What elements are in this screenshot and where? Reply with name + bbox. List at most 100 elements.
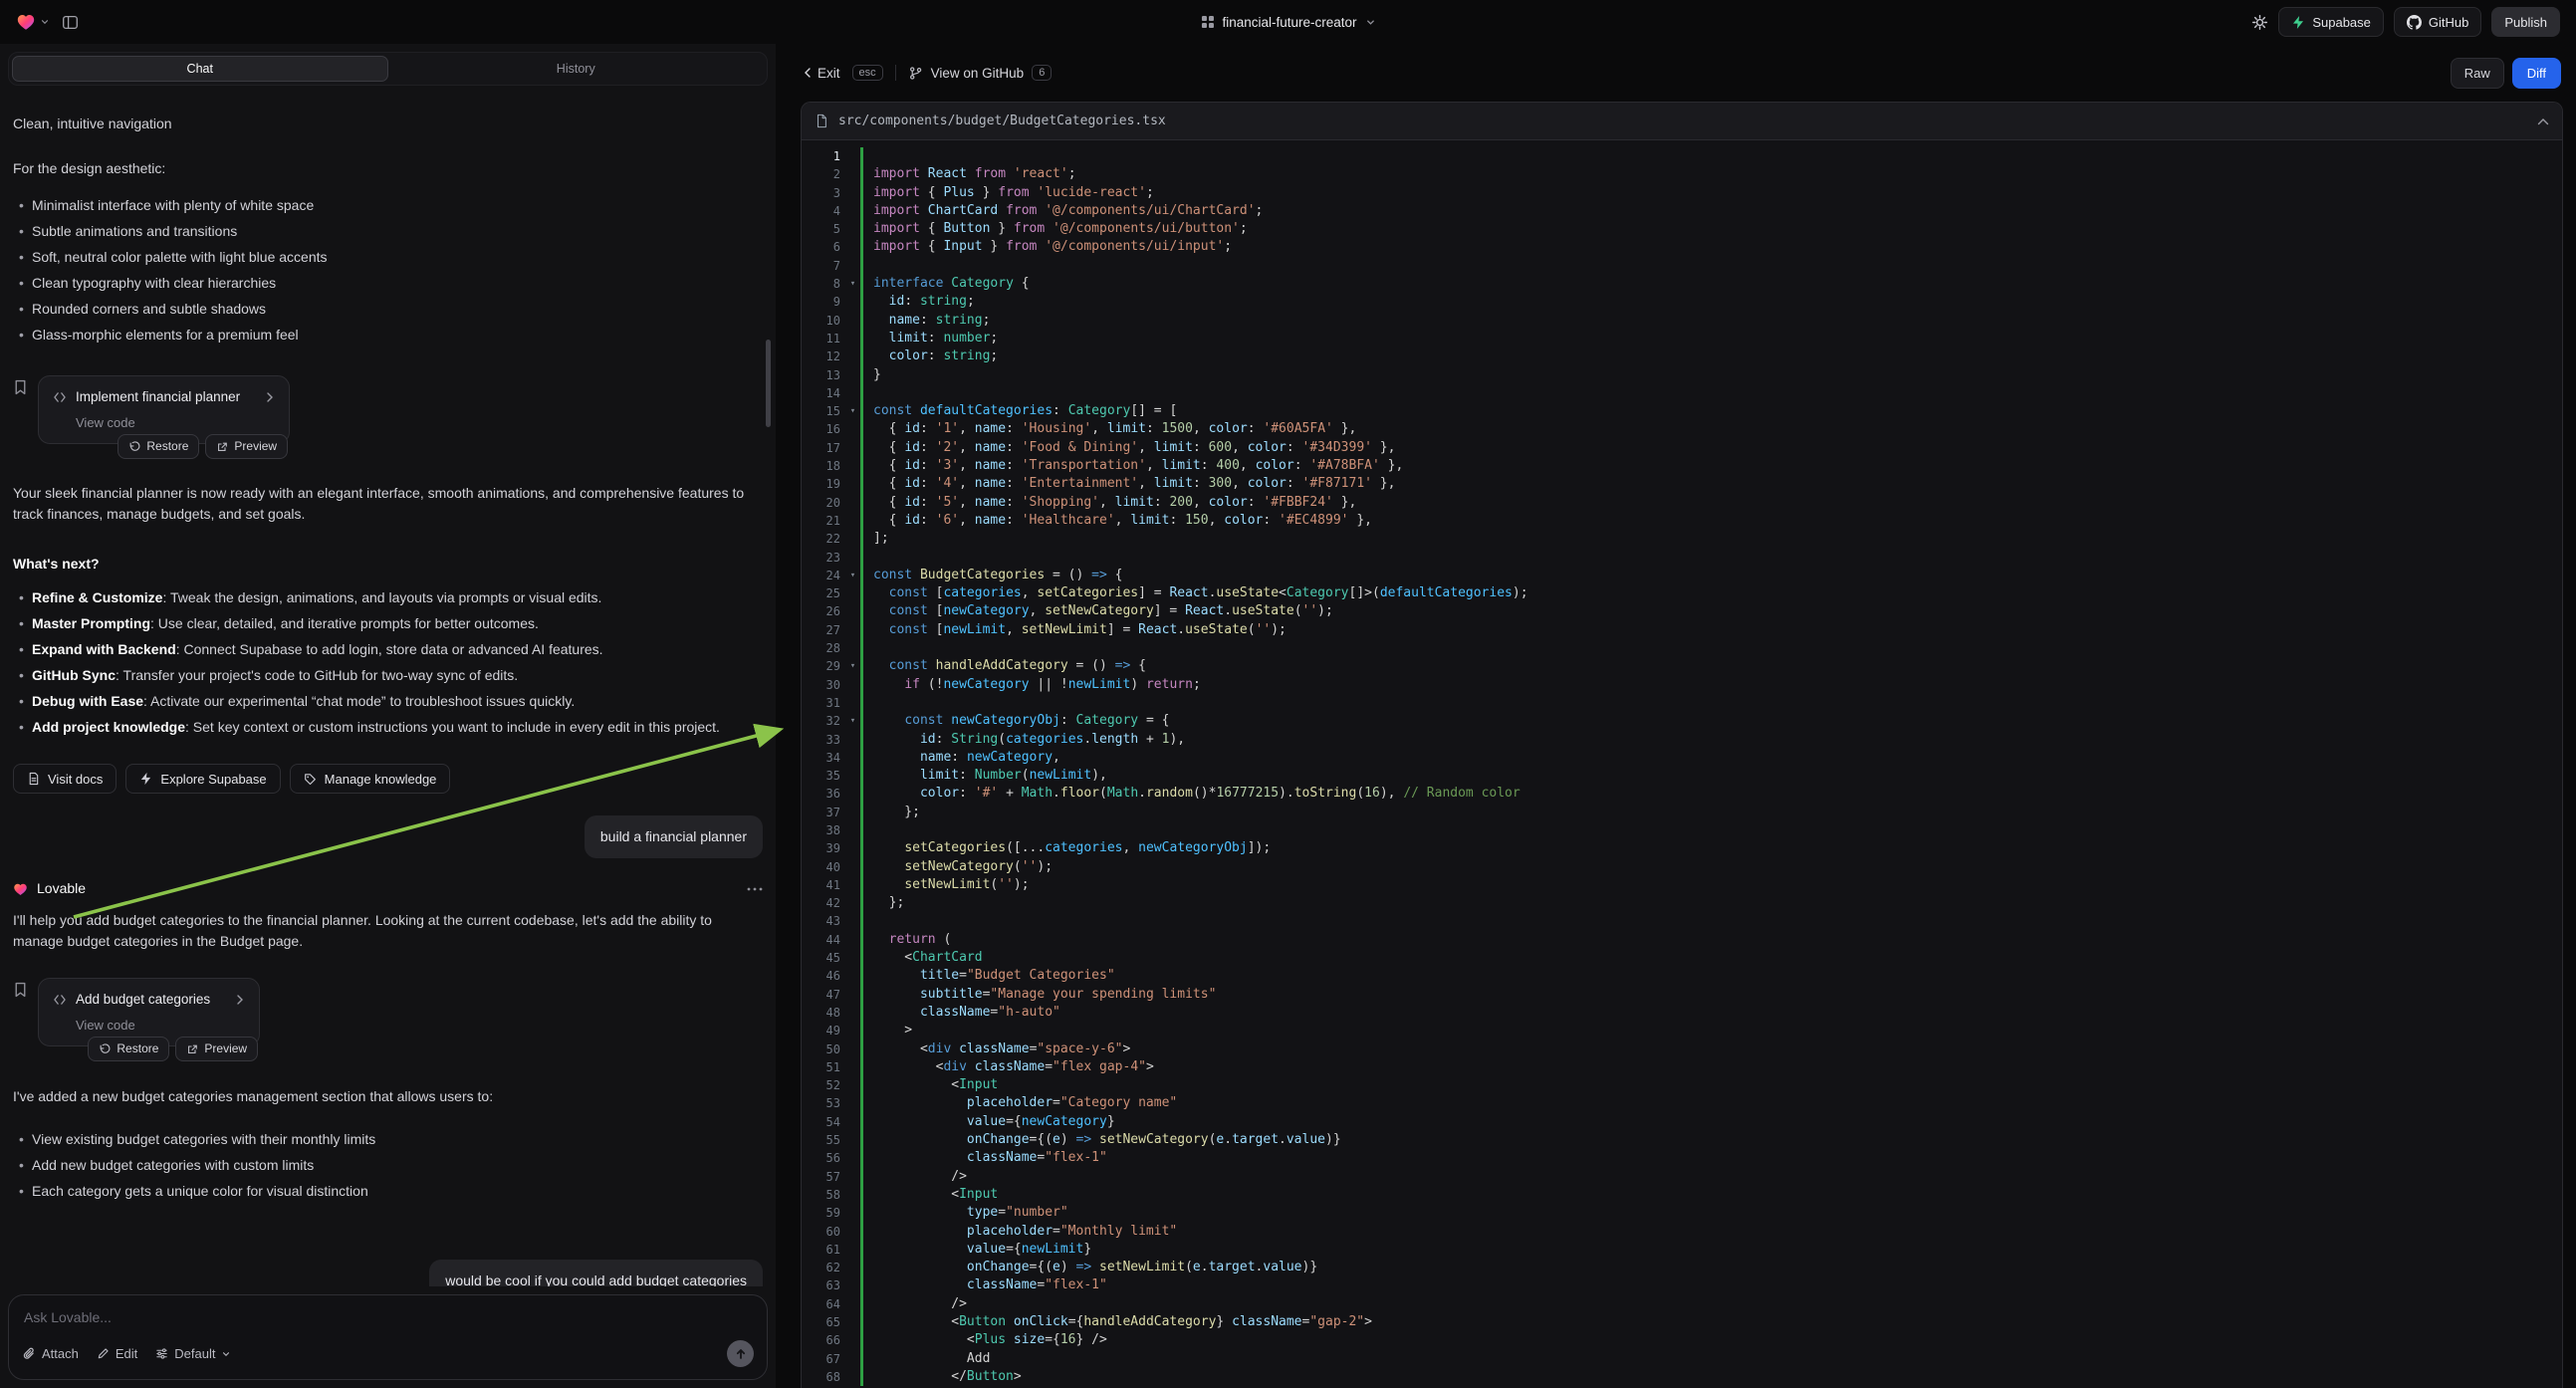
manage-knowledge-button[interactable]: Manage knowledge: [290, 764, 451, 794]
design-bullet-list: Minimalist interface with plenty of whit…: [13, 195, 763, 350]
code-line: 58 <Input: [802, 1186, 2562, 1204]
preview-button[interactable]: Preview: [175, 1037, 258, 1061]
fold-chevron-icon[interactable]: ▾: [845, 657, 860, 675]
fold-spacer: [845, 147, 860, 165]
code-line: 33 id: String(categories.length + 1),: [802, 731, 2562, 749]
code-line: 22];: [802, 530, 2562, 548]
quick-actions: Visit docs Explore Supabase Manage knowl…: [13, 764, 763, 794]
send-button[interactable]: [727, 1340, 754, 1367]
card-title: Implement financial planner: [76, 386, 240, 407]
tab-chat[interactable]: Chat: [12, 56, 388, 82]
fold-spacer: [845, 1241, 860, 1259]
visit-docs-button[interactable]: Visit docs: [13, 764, 117, 794]
bookmark-icon[interactable]: [13, 379, 28, 395]
view-code-link[interactable]: View code: [76, 412, 275, 433]
supabase-button[interactable]: Supabase: [2278, 7, 2384, 37]
bullet-item: View existing budget categories with the…: [32, 1129, 763, 1150]
assistant-text: For the design aesthetic:: [13, 158, 752, 179]
view-code-link[interactable]: View code: [76, 1015, 245, 1036]
code-line: 31: [802, 694, 2562, 712]
fold-spacer: [845, 894, 860, 912]
raw-button[interactable]: Raw: [2451, 58, 2504, 89]
restore-button[interactable]: Restore: [117, 434, 199, 459]
code-file-card: src/components/budget/BudgetCategories.t…: [801, 102, 2563, 1388]
next-steps-list: Refine & Customize: Tweak the design, an…: [13, 587, 763, 743]
fold-spacer: [845, 293, 860, 311]
code-line: 54 value={newCategory}: [802, 1113, 2562, 1131]
lovable-logo[interactable]: [16, 13, 50, 31]
assistant-header: Lovable: [13, 878, 763, 899]
fold-spacer: [845, 1004, 860, 1022]
code-line: 11 limit: number;: [802, 330, 2562, 347]
fold-chevron-icon[interactable]: ▾: [845, 275, 860, 293]
fold-spacer: [845, 530, 860, 548]
fold-spacer: [845, 512, 860, 530]
code-line: 29▾ const handleAddCategory = () => {: [802, 657, 2562, 675]
fold-spacer: [845, 165, 860, 183]
fold-spacer: [845, 475, 860, 493]
code-line: 3import { Plus } from 'lucide-react';: [802, 184, 2562, 202]
tool-card-group: Add budget categories View code Restore …: [13, 978, 763, 1061]
fold-spacer: [845, 1331, 860, 1349]
toggle-sidebar-button[interactable]: [62, 14, 79, 31]
exit-button[interactable]: Exit: [803, 66, 840, 81]
fold-spacer: [845, 1149, 860, 1167]
fold-spacer: [845, 1076, 860, 1094]
more-options-button[interactable]: [747, 887, 763, 891]
view-on-github-link[interactable]: View on GitHub 6: [908, 65, 1053, 81]
code-editor[interactable]: 12import React from 'react';3import { Pl…: [802, 140, 2562, 1388]
code-line: 34 name: newCategory,: [802, 749, 2562, 767]
bullet-item: Soft, neutral color palette with light b…: [32, 247, 763, 268]
project-menu[interactable]: financial-future-creator: [1200, 15, 1375, 30]
fold-spacer: [845, 584, 860, 602]
code-line: 45 <ChartCard: [802, 949, 2562, 967]
chat-input[interactable]: [22, 1307, 461, 1327]
restore-button[interactable]: Restore: [88, 1037, 169, 1061]
bullet-item: Expand with Backend: Connect Supabase to…: [32, 639, 763, 660]
code-line: 44 return (: [802, 931, 2562, 949]
tab-history[interactable]: History: [388, 56, 765, 82]
added-features-list: View existing budget categories with the…: [13, 1129, 763, 1207]
code-line: 50 <div className="space-y-6">: [802, 1041, 2562, 1058]
diff-button[interactable]: Diff: [2512, 58, 2561, 89]
fold-spacer: [845, 1113, 860, 1131]
fold-spacer: [845, 549, 860, 567]
code-line: 28: [802, 639, 2562, 657]
fold-chevron-icon[interactable]: ▾: [845, 402, 860, 420]
fold-spacer: [845, 1186, 860, 1204]
fold-spacer: [845, 931, 860, 949]
code-line: 5import { Button } from '@/components/ui…: [802, 220, 2562, 238]
code-line: 57 />: [802, 1168, 2562, 1186]
publish-button[interactable]: Publish: [2491, 7, 2560, 37]
fold-chevron-icon[interactable]: ▾: [845, 712, 860, 730]
chevron-right-icon: [265, 391, 275, 403]
bookmark-icon[interactable]: [13, 982, 28, 998]
fold-spacer: [845, 202, 860, 220]
code-line: 48 className="h-auto": [802, 1004, 2562, 1022]
chat-scrollbar-thumb[interactable]: [766, 340, 771, 427]
fold-chevron-icon[interactable]: ▾: [845, 567, 860, 584]
docs-icon: [27, 772, 40, 786]
fold-spacer: [845, 1041, 860, 1058]
fold-spacer: [845, 731, 860, 749]
user-message: would be cool if you could add budget ca…: [429, 1260, 763, 1286]
mode-selector[interactable]: Default: [155, 1346, 231, 1361]
code-line: 55 onChange={(e) => setNewCategory(e.tar…: [802, 1131, 2562, 1149]
collapse-file-button[interactable]: [2537, 117, 2549, 125]
preview-button[interactable]: Preview: [205, 434, 288, 459]
file-header[interactable]: src/components/budget/BudgetCategories.t…: [802, 103, 2562, 140]
code-toolbar: Exit esc View on GitHub 6 Raw Diff: [801, 44, 2563, 102]
code-line: 49 >: [802, 1022, 2562, 1040]
edit-button[interactable]: Edit: [97, 1346, 137, 1361]
settings-button[interactable]: [2251, 14, 2268, 31]
whats-next-heading: What's next?: [13, 554, 763, 575]
attach-button[interactable]: Attach: [22, 1346, 79, 1361]
code-line: 41 setNewLimit('');: [802, 876, 2562, 894]
esc-key-hint: esc: [852, 65, 883, 81]
code-line: 19 { id: '4', name: 'Entertainment', lim…: [802, 475, 2562, 493]
code-line: 15▾const defaultCategories: Category[] =…: [802, 402, 2562, 420]
explore-supabase-button[interactable]: Explore Supabase: [125, 764, 280, 794]
file-icon: [815, 114, 828, 128]
fold-spacer: [845, 621, 860, 639]
github-button[interactable]: GitHub: [2394, 7, 2481, 37]
